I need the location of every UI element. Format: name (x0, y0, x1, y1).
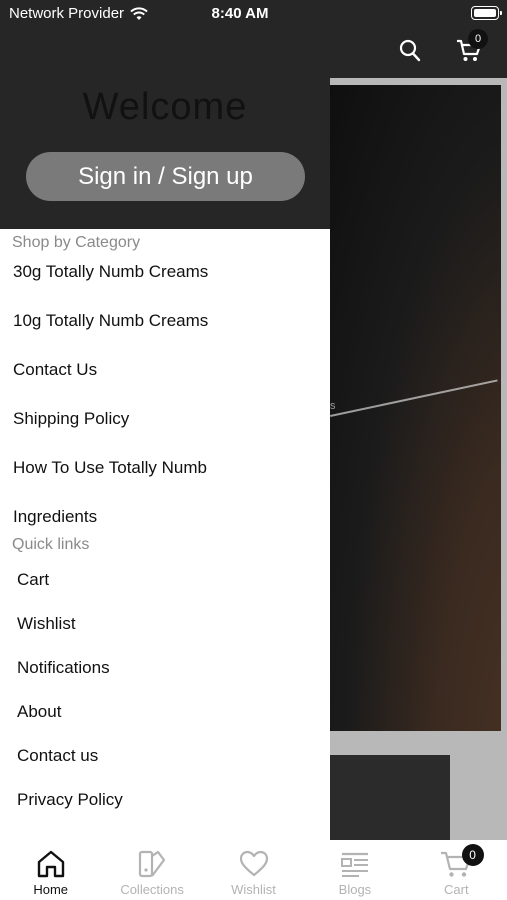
tab-cart-badge: 0 (461, 844, 484, 866)
tab-home[interactable]: Home (0, 840, 101, 900)
clock: 8:40 AM (211, 5, 269, 22)
quicklinks-section-title: Quick links (12, 536, 90, 553)
hero-banner-image[interactable] (330, 85, 501, 731)
category-item-shipping[interactable]: Shipping Policy (0, 405, 330, 454)
quicklink-contact[interactable]: Contact us (0, 742, 330, 786)
tab-collections[interactable]: Collections (101, 840, 202, 900)
category-item-contact[interactable]: Contact Us (0, 356, 330, 405)
quicklink-notifications[interactable]: Notifications (0, 654, 330, 698)
heart-icon (239, 850, 268, 877)
tab-wishlist-label: Wishlist (231, 882, 276, 897)
tab-cart[interactable]: Cart 0 (406, 840, 507, 900)
tab-home-label: Home (33, 882, 69, 897)
quicklink-cart[interactable]: Cart (0, 566, 330, 610)
category-list: 30g Totally Numb Creams 10g Totally Numb… (0, 258, 330, 529)
collections-icon (139, 850, 166, 878)
category-item-how-to-use[interactable]: How To Use Totally Numb (0, 454, 330, 503)
welcome-title: Welcome (82, 86, 248, 128)
quicklinks-list: Cart Wishlist Notifications About Contac… (0, 566, 330, 830)
quicklink-about[interactable]: About (0, 698, 330, 742)
tab-blogs[interactable]: Blogs (304, 840, 405, 900)
header-cart-badge: 0 (468, 29, 488, 49)
category-item-10g-creams[interactable]: 10g Totally Numb Creams (0, 307, 330, 356)
product-image[interactable] (330, 755, 450, 840)
search-icon[interactable] (398, 38, 422, 64)
quicklink-privacy[interactable]: Privacy Policy (0, 786, 330, 830)
blogs-icon (340, 852, 368, 877)
tab-wishlist[interactable]: Wishlist (203, 840, 304, 900)
category-item-30g-creams[interactable]: 30g Totally Numb Creams (0, 258, 330, 307)
tab-collections-label: Collections (120, 882, 184, 897)
tab-cart-label: Cart (444, 882, 469, 897)
quicklink-wishlist[interactable]: Wishlist (0, 610, 330, 654)
category-item-ingredients[interactable]: Ingredients (0, 503, 330, 529)
battery-icon (471, 6, 502, 20)
status-bar: Network Provider 8:40 AM (0, 0, 507, 26)
signin-button[interactable]: Sign in / Sign up (26, 152, 305, 201)
drawer-header: Welcome Sign in / Sign up (0, 26, 330, 229)
category-section-title: Shop by Category (12, 234, 141, 251)
home-icon (37, 850, 64, 878)
bottom-tab-bar: Home Collections Wishlist Blogs Cart 0 (0, 840, 507, 900)
tab-blogs-label: Blogs (338, 882, 372, 897)
hero-caption: s (330, 400, 336, 412)
side-drawer: Welcome Sign in / Sign up Shop by Catego… (0, 26, 330, 840)
